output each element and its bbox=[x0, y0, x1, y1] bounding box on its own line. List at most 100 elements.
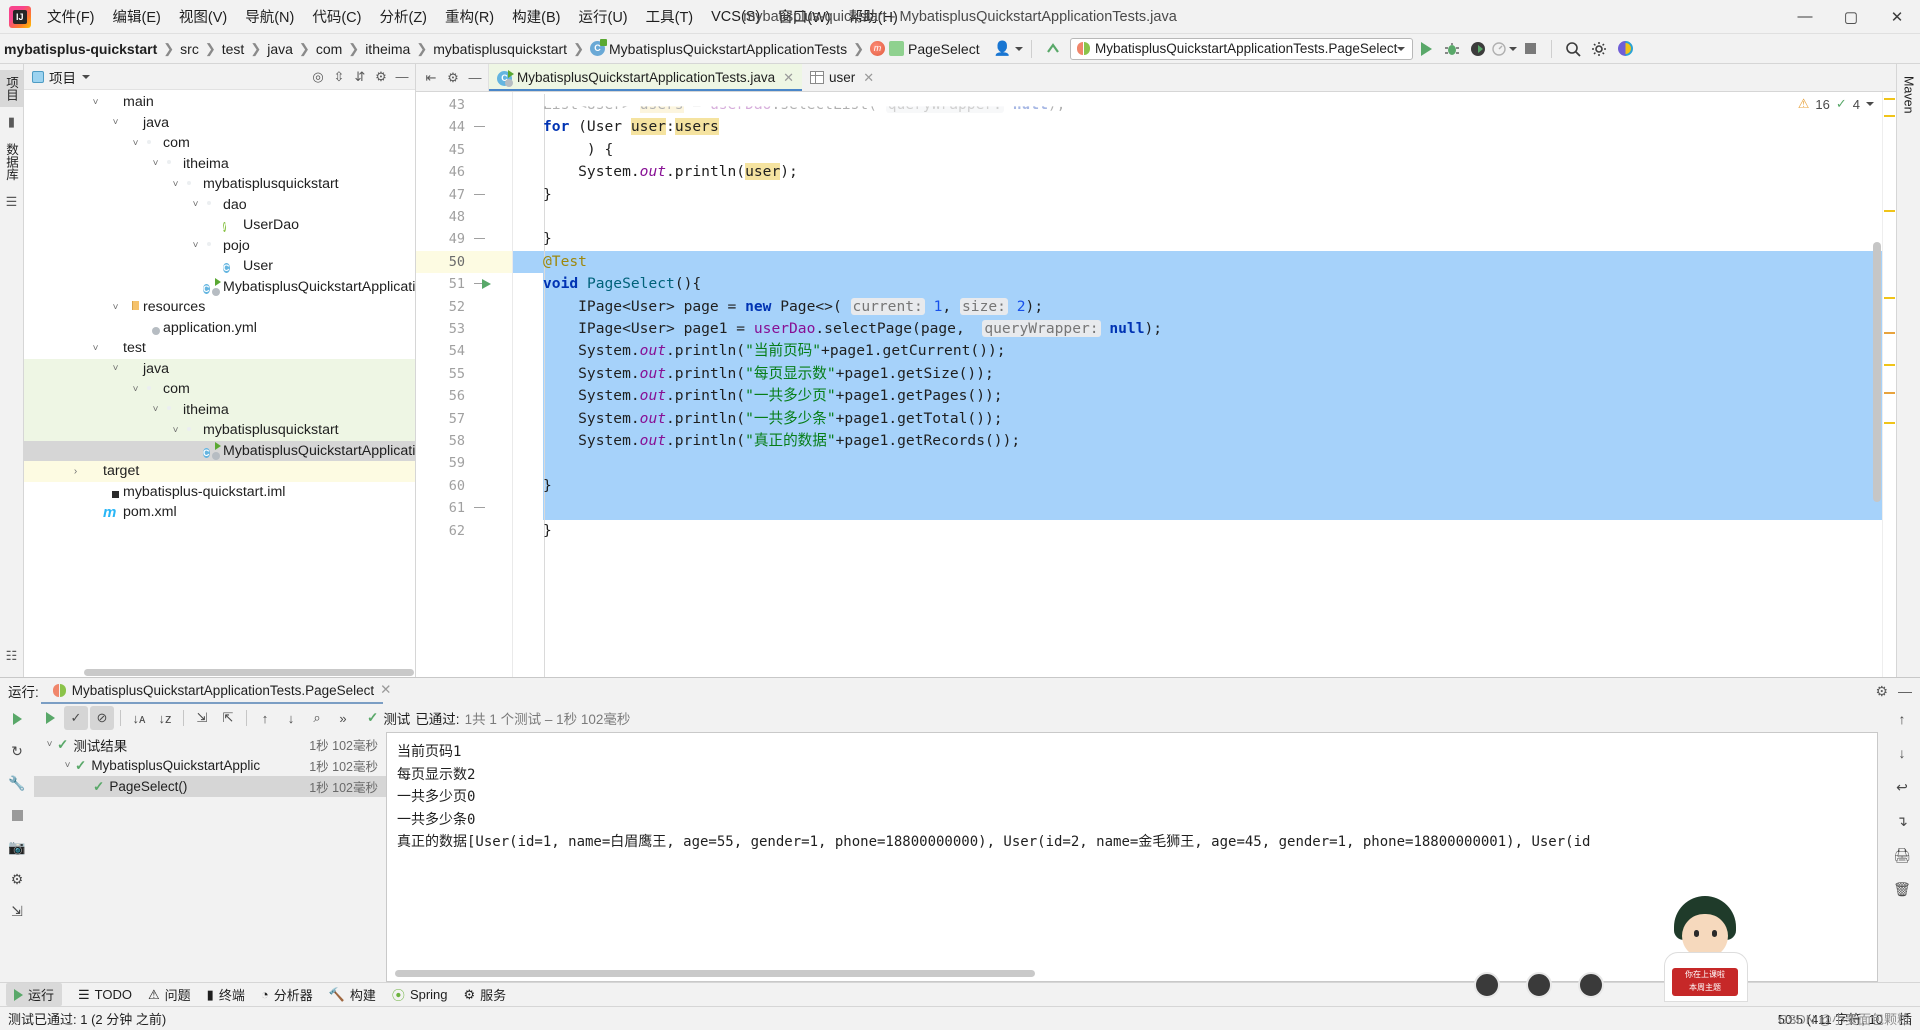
project-tree-row[interactable]: C MybatisplusQuickstartApplicationTests bbox=[24, 440, 415, 461]
search-history-button[interactable]: ⌕ bbox=[305, 706, 329, 730]
tool-window-tab-maven[interactable]: Maven bbox=[1900, 70, 1918, 120]
hide-panel-icon[interactable]: — bbox=[393, 68, 411, 86]
project-tree-row[interactable]: ˅ resources bbox=[24, 297, 415, 318]
minimize-button[interactable]: — bbox=[1782, 0, 1828, 34]
chevron-down-icon[interactable]: ˅ bbox=[108, 117, 123, 128]
rerun-failed-icon[interactable]: ↻ bbox=[6, 740, 28, 762]
error-stripe[interactable] bbox=[1882, 92, 1896, 677]
project-tree-row[interactable]: m pom.xml bbox=[24, 502, 415, 523]
editor-scrollbar[interactable] bbox=[1873, 242, 1881, 502]
project-tree-row[interactable]: ˅ mybatisplusquickstart bbox=[24, 174, 415, 195]
overlay-circle-2[interactable] bbox=[1526, 972, 1552, 998]
menu-window[interactable]: 窗口(W) bbox=[770, 2, 838, 31]
breadcrumb-com[interactable]: com bbox=[312, 39, 346, 59]
chevron-down-icon[interactable]: ˅ bbox=[128, 138, 143, 149]
run-with-coverage-button[interactable] bbox=[1465, 36, 1491, 62]
breadcrumb-test[interactable]: test bbox=[218, 39, 249, 59]
expand-all-icon[interactable]: ⇳ bbox=[330, 68, 348, 86]
breadcrumb-package[interactable]: mybatisplusquickstart bbox=[429, 39, 571, 59]
chevron-down-icon[interactable]: ˅ bbox=[188, 199, 203, 210]
code-folding-icon[interactable] bbox=[474, 503, 485, 514]
hide-editor-icon[interactable]: — bbox=[466, 69, 484, 87]
error-stripe-marker[interactable] bbox=[1884, 422, 1895, 424]
database-icon[interactable]: ☰ bbox=[6, 194, 18, 210]
run-button[interactable] bbox=[1413, 36, 1439, 62]
hide-panel-icon[interactable]: — bbox=[1898, 683, 1912, 699]
menu-edit[interactable]: 编辑(E) bbox=[105, 2, 169, 31]
bottom-tab-problems[interactable]: ⚠ 问题 bbox=[148, 985, 191, 1004]
inspection-widget[interactable]: ⚠ 16 ✓ 4 bbox=[1798, 96, 1874, 112]
test-tree-row[interactable]: ˅ ✓ 测试结果 1秒 102毫秒 bbox=[34, 734, 386, 755]
close-icon[interactable]: ✕ bbox=[380, 682, 391, 698]
error-stripe-marker[interactable] bbox=[1884, 297, 1895, 299]
editor-viewport[interactable]: 43 44 45 46 47 48 49 50 51 52 53 54 55 56 57 58 59 60 61 62… bbox=[416, 92, 1896, 677]
project-tree-row[interactable]: ˅ com bbox=[24, 379, 415, 400]
menu-help[interactable]: 帮助(H) bbox=[841, 2, 906, 31]
run-test-gutter-icon[interactable] bbox=[482, 279, 491, 290]
scroll-to-end-icon[interactable]: ↴ bbox=[1891, 810, 1913, 832]
project-tree-row[interactable]: ˅ mybatisplusquickstart bbox=[24, 420, 415, 441]
gear-icon[interactable] bbox=[1586, 36, 1612, 62]
run-tab[interactable]: MybatisplusQuickstartApplicationTests.Pa… bbox=[40, 682, 391, 704]
project-tree-row[interactable]: ˅ main bbox=[24, 92, 415, 113]
project-tree-row[interactable]: ˅ itheima bbox=[24, 399, 415, 420]
clear-all-icon[interactable]: 🗑 bbox=[1891, 878, 1913, 900]
chevron-down-icon[interactable] bbox=[1866, 102, 1874, 106]
project-tree-row[interactable]: ˅ java bbox=[24, 358, 415, 379]
chevron-down-icon[interactable]: ˅ bbox=[88, 343, 103, 354]
screenshot-icon[interactable]: 📷 bbox=[6, 836, 28, 858]
menu-navigate[interactable]: 导航(N) bbox=[237, 2, 302, 31]
scroll-down-icon[interactable]: ↓ bbox=[1891, 742, 1913, 764]
chevron-down-icon[interactable]: ˅ bbox=[168, 425, 183, 436]
close-icon[interactable]: ✕ bbox=[863, 70, 874, 86]
scroll-up-icon[interactable]: ↑ bbox=[1891, 708, 1913, 730]
chevron-down-icon[interactable]: ˅ bbox=[148, 158, 163, 169]
debug-button[interactable] bbox=[1439, 36, 1465, 62]
chevron-down-icon[interactable]: ˅ bbox=[168, 179, 183, 190]
toggle-auto-test-icon[interactable]: 🔧 bbox=[6, 772, 28, 794]
structure-icon[interactable]: ☷ bbox=[6, 648, 18, 664]
test-tree-row[interactable]: ✓ PageSelect() 1秒 102毫秒 bbox=[34, 776, 386, 797]
project-tree[interactable]: ˅ main ˅ java ˅ com ˅ itheima ˅ mybatisplusquicks… bbox=[24, 90, 415, 668]
select-opened-file-icon[interactable]: ⇤ bbox=[422, 69, 440, 87]
folder-icon[interactable]: ▮ bbox=[8, 114, 15, 130]
rerun-icon[interactable] bbox=[6, 708, 28, 730]
editor-gutter[interactable]: 43 44 45 46 47 48 49 50 51 52 53 54 55 56 57 58 59 60 61 62 bbox=[416, 92, 513, 677]
breadcrumb-class[interactable]: C MybatisplusQuickstartApplicationTests bbox=[586, 39, 851, 59]
code-folding-icon[interactable] bbox=[474, 190, 485, 201]
run-configuration-selector[interactable]: MybatisplusQuickstartApplicationTests.Pa… bbox=[1070, 37, 1414, 60]
project-tree-row[interactable]: ˅ pojo bbox=[24, 236, 415, 257]
collapse-all-icon[interactable]: ⇵ bbox=[351, 68, 369, 86]
error-stripe-marker[interactable] bbox=[1884, 98, 1895, 100]
maximize-button[interactable]: ▢ bbox=[1828, 0, 1874, 34]
sort-alphabetically-button[interactable]: ↓ᴀ bbox=[127, 706, 151, 730]
project-tree-row[interactable]: C User bbox=[24, 256, 415, 277]
chevron-down-icon[interactable]: ˅ bbox=[60, 760, 75, 771]
bottom-tab-run[interactable]: 运行 bbox=[6, 983, 63, 1006]
project-tree-row[interactable]: application.yml bbox=[24, 318, 415, 339]
bottom-tab-profiler[interactable]: ◔ 分析器 bbox=[261, 985, 313, 1004]
chevron-right-icon[interactable]: › bbox=[68, 466, 83, 477]
test-tree-row[interactable]: ˅ ✓ MybatisplusQuickstartApplic 1秒 102毫秒 bbox=[34, 755, 386, 776]
error-stripe-marker[interactable] bbox=[1884, 332, 1895, 334]
project-tree-row[interactable]: ˅ test bbox=[24, 338, 415, 359]
project-tree-row[interactable]: mybatisplus-quickstart.iml bbox=[24, 482, 415, 503]
close-button[interactable]: ✕ bbox=[1874, 0, 1920, 34]
overlay-circle-1[interactable] bbox=[1474, 972, 1500, 998]
breadcrumb-method[interactable]: m PageSelect bbox=[866, 39, 984, 59]
chevron-down-icon[interactable] bbox=[82, 74, 90, 79]
ide-feature-trainer-icon[interactable] bbox=[1612, 36, 1638, 62]
bottom-tab-terminal[interactable]: ▮ 终端 bbox=[207, 985, 245, 1004]
tool-window-tab-database[interactable]: 数据库 bbox=[0, 137, 23, 187]
menu-refactor[interactable]: 重构(R) bbox=[437, 2, 502, 31]
chevron-down-icon[interactable]: ˅ bbox=[108, 302, 123, 313]
overlay-circle-3[interactable] bbox=[1578, 972, 1604, 998]
menu-tools[interactable]: 工具(T) bbox=[638, 2, 702, 31]
prev-failed-button[interactable]: ↑ bbox=[253, 706, 277, 730]
code-folding-icon[interactable] bbox=[474, 122, 485, 133]
project-tree-row[interactable]: › target bbox=[24, 461, 415, 482]
gear-icon[interactable]: ⚙ bbox=[444, 69, 462, 87]
menu-analyze[interactable]: 分析(Z) bbox=[371, 2, 435, 31]
stop-icon[interactable] bbox=[6, 804, 28, 826]
chevron-down-icon[interactable]: ˅ bbox=[88, 97, 103, 108]
